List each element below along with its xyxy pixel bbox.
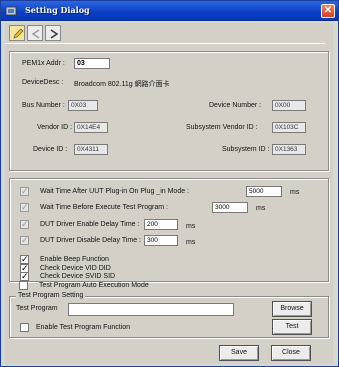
check-svid-checkbox[interactable]: ✓ (20, 271, 29, 281)
test-button[interactable]: Test (272, 319, 312, 335)
check-svid-label: Check Device SVID SID (40, 273, 116, 280)
wait-plugin-checkbox[interactable]: ✓ (20, 186, 29, 196)
check-vid-label: Check Device VID DID (40, 265, 111, 272)
enable-delay-unit: ms (186, 223, 196, 230)
auto-exec-label: Test Program Auto Execution Mode (39, 282, 149, 289)
device-id-field: 0X4311 (74, 144, 108, 155)
bus-number-field: 0X03 (68, 100, 98, 111)
toolbar-separator (5, 43, 325, 44)
test-program-input[interactable] (68, 303, 234, 316)
window-close-button[interactable]: ✕ (321, 4, 335, 18)
close-button[interactable]: Close (271, 345, 311, 361)
device-number-label: Device Number : (209, 102, 262, 109)
wait-plugin-input[interactable]: 5000 (246, 186, 282, 197)
subsystem-id-label: Subsystem ID : (222, 146, 270, 153)
save-button[interactable]: Save (219, 345, 259, 361)
device-info-group: PEM1x Addr : 03 DeviceDesc : Broadcom 80… (9, 51, 329, 171)
timing-options-group: ✓ Wait Time After UUT Plug-in On Plug _i… (9, 178, 329, 282)
device-id-label: Device ID : (33, 146, 68, 153)
enable-test-program-checkbox[interactable] (20, 323, 29, 332)
disable-delay-input[interactable]: 300 (144, 235, 178, 246)
pencil-icon (13, 28, 24, 39)
device-desc-value: Broadcom 802.11g 網路介面卡 (74, 81, 170, 88)
pem-addr-field[interactable]: 03 (74, 58, 110, 69)
test-program-group: Test Program Setting Test Program Browse… (9, 292, 329, 338)
toolbar-forward-button[interactable] (45, 25, 61, 41)
arrow-left-icon (31, 29, 40, 39)
setting-dialog-window: Setting Dialog ✕ PEM1x Addr: 03 DeviceD… (0, 0, 339, 367)
subsystem-vendor-id-field: 0X103C (272, 122, 306, 133)
browse-button[interactable]: Browse (272, 301, 312, 317)
beep-label: Enable Beep Function (40, 256, 109, 263)
arrow-right-icon (50, 29, 59, 39)
disable-delay-unit: ms (186, 239, 196, 246)
vendor-id-field: 0X14E4 (74, 122, 108, 133)
dialog-title: Setting Dialog (25, 5, 90, 15)
vendor-id-label: Vendor ID : (37, 124, 73, 131)
toolbar-back-button[interactable] (27, 25, 43, 41)
disable-delay-label: DUT Driver Disable Delay Time : (40, 237, 142, 244)
enable-test-program-label: Enable Test Program Function (36, 324, 131, 331)
subsystem-id-field: 0X1363 (272, 144, 306, 155)
test-program-label: Test Program (16, 305, 58, 312)
disable-delay-checkbox[interactable]: ✓ (20, 235, 29, 245)
wait-exec-label: Wait Time Before Execute Test Program : (40, 204, 168, 211)
wait-exec-checkbox[interactable]: ✓ (20, 202, 29, 212)
device-number-field: 0X00 (272, 100, 306, 111)
toolbar-edit-button[interactable] (9, 25, 25, 41)
test-program-group-title: Test Program Setting (16, 292, 86, 299)
enable-delay-label: DUT Driver Enable Delay Time : (40, 221, 140, 228)
subsystem-vendor-id-label: Subsystem Vendor ID : (186, 124, 258, 131)
device-desc-label: DeviceDesc : (22, 79, 64, 86)
bus-number-label: Bus Number : (22, 102, 65, 109)
title-bar[interactable]: Setting Dialog ✕ (1, 1, 338, 21)
enable-delay-input[interactable]: 200 (144, 219, 178, 230)
settings-app-icon (5, 6, 17, 16)
dialog-body: PEM1x Addr : 03 DeviceDesc : Broadcom 80… (5, 23, 333, 364)
wait-exec-input[interactable]: 3000 (212, 202, 248, 213)
wait-plugin-unit: ms (290, 189, 300, 196)
wait-exec-unit: ms (256, 205, 266, 212)
enable-delay-checkbox[interactable]: ✓ (20, 219, 29, 229)
auto-exec-checkbox[interactable] (19, 281, 28, 290)
pem-addr-label: PEM1x Addr : (22, 60, 65, 67)
wait-plugin-label: Wait Time After UUT Plug-in On Plug _in … (40, 188, 190, 195)
